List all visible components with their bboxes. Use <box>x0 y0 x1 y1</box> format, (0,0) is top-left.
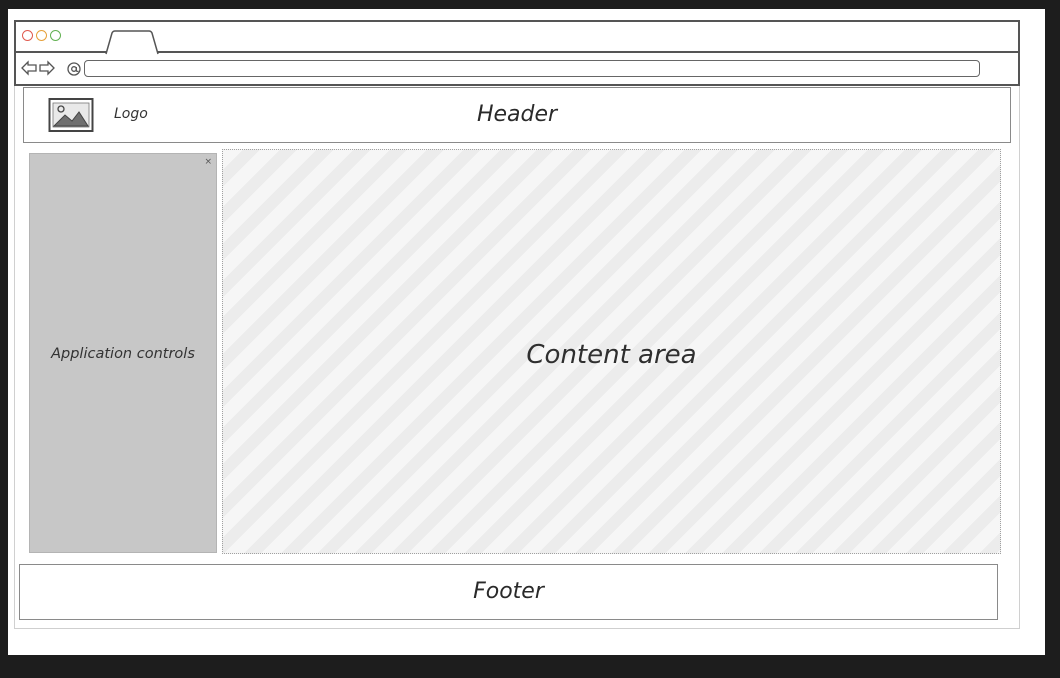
footer-label: Footer <box>473 579 544 604</box>
window-maximize-button[interactable] <box>50 30 61 41</box>
sidebar-label: Application controls <box>51 346 195 362</box>
address-bar-input[interactable] <box>84 60 980 77</box>
browser-chrome <box>14 20 1020 86</box>
window-minimize-button[interactable] <box>36 30 47 41</box>
browser-tab-bar <box>16 22 1018 55</box>
bottom-divider <box>14 628 1020 629</box>
browser-tab[interactable] <box>104 30 160 55</box>
close-icon[interactable]: × <box>204 158 212 167</box>
back-arrow-icon[interactable] <box>20 60 38 76</box>
content-area: Content area <box>222 149 1001 554</box>
at-sign-icon <box>67 62 81 76</box>
browser-nav-row <box>16 55 1018 84</box>
content-area-label: Content area <box>526 340 697 370</box>
header-title: Header <box>476 102 558 127</box>
header-region: Logo Header <box>23 87 1011 143</box>
application-controls-panel: × Application controls <box>29 153 217 553</box>
footer-region: Footer <box>19 564 998 620</box>
window-close-button[interactable] <box>22 30 33 41</box>
forward-arrow-icon[interactable] <box>38 60 56 76</box>
